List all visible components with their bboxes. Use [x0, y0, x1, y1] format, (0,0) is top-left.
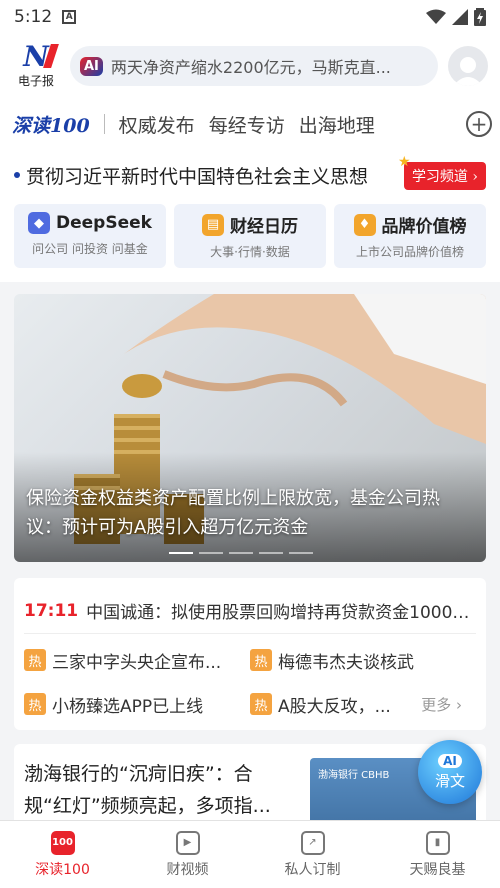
- hot-item[interactable]: 热 梅德韦杰夫谈核武: [250, 640, 476, 680]
- hot-tag-icon: 热: [250, 649, 272, 671]
- tab-overseas[interactable]: 出海地理: [299, 111, 375, 138]
- hot-tag-icon: 热: [250, 693, 272, 715]
- hot-text: 小杨臻选APP已上线: [52, 696, 204, 717]
- ai-search-icon: AI: [80, 56, 103, 76]
- hot-text: A股大反攻，...: [278, 696, 391, 717]
- tab-interview[interactable]: 每经专访: [209, 111, 285, 138]
- tab-deep-read[interactable]: 深读100: [12, 111, 90, 138]
- nav-label: 私人订制: [284, 861, 341, 878]
- diamond-icon: ♦: [353, 213, 376, 236]
- whale-icon: ◆: [28, 212, 51, 234]
- hot-text: 梅德韦杰夫谈核武: [278, 652, 414, 673]
- deepseek-card[interactable]: ◆ DeepSeek 问公司 问投资 问基金: [14, 204, 166, 268]
- quick-cards: ◆ DeepSeek 问公司 问投资 问基金 ▤ 财经日历 大事·行情·数据 ♦…: [0, 200, 500, 282]
- a-letter-icon: A: [62, 10, 77, 24]
- star-icon: ★: [397, 154, 411, 170]
- carousel-dots: [169, 552, 313, 554]
- hot-item[interactable]: 热 三家中字头央企宣布...: [24, 640, 250, 680]
- nav-label: 天赐良基: [409, 861, 466, 878]
- signal-icon: [452, 9, 468, 25]
- flash-news[interactable]: 17:11 中国诚通：拟使用股票回购增持再贷款资金1000亿...: [24, 588, 476, 634]
- play-icon: ▶: [175, 830, 200, 855]
- hot-item[interactable]: 热 小杨臻选APP已上线: [24, 684, 250, 724]
- bar-chart-icon: ▮: [425, 830, 450, 855]
- bottom-nav: 100 深读100 ▶ 财视频 ↗ 私人订制 ▮ 天赐良基: [0, 820, 500, 888]
- search-query: 两天净资产缩水2200亿元，马斯克直...: [110, 58, 391, 77]
- card-sub: 问公司 问投资 问基金: [32, 242, 148, 256]
- carousel-dot[interactable]: [169, 552, 193, 554]
- brand-value-card[interactable]: ♦ 品牌价值榜 上市公司品牌价值榜: [334, 204, 486, 268]
- more-label: 更多: [421, 695, 452, 714]
- nav-video[interactable]: ▶ 财视频: [125, 821, 250, 888]
- channel-tabs: 深读100 权威发布 每经专访 出海地理 +: [0, 98, 500, 150]
- nav-label: 深读100: [35, 861, 90, 878]
- card-sub: 大事·行情·数据: [210, 245, 290, 259]
- card-title: DeepSeek: [56, 213, 152, 233]
- thumb-sign-text: 渤海银行 CBHB: [318, 770, 390, 781]
- ticker-text: 贯彻习近平新时代中国特色社会主义思想: [26, 165, 369, 188]
- user-avatar-icon[interactable]: [448, 46, 488, 86]
- nav-deep-read[interactable]: 100 深读100: [0, 821, 125, 888]
- trend-icon: ↗: [300, 830, 325, 855]
- carousel-dot[interactable]: [259, 552, 283, 554]
- hot-item[interactable]: 热 A股大反攻，... 更多 ›: [250, 684, 476, 724]
- app-logo[interactable]: N 电子报: [12, 39, 60, 89]
- calendar-card[interactable]: ▤ 财经日历 大事·行情·数据: [174, 204, 326, 268]
- nav-custom[interactable]: ↗ 私人订制: [250, 821, 375, 888]
- hot-text: 三家中字头央企宣布...: [52, 652, 222, 673]
- logo-label: 电子报: [17, 73, 54, 88]
- study-channel-label: 学习频道 ›: [411, 169, 478, 185]
- wifi-icon: [426, 9, 446, 24]
- tab-divider: [103, 114, 105, 134]
- bullet-icon: [14, 172, 20, 178]
- ai-assistant-button[interactable]: AI 滑文: [418, 740, 482, 804]
- nav-fund[interactable]: ▮ 天赐良基: [375, 821, 500, 888]
- hot-tag-icon: 热: [24, 693, 46, 715]
- banner-caption: 保险资金权益类资产配置比例上限放宽，基金公司热议：预计可为A股引入超万亿元资金: [26, 488, 440, 538]
- status-time: 5:12: [14, 7, 53, 27]
- featured-banner[interactable]: 保险资金权益类资产配置比例上限放宽，基金公司热议：预计可为A股引入超万亿元资金: [14, 294, 486, 562]
- logo-mark-icon: N: [23, 39, 49, 73]
- study-ticker[interactable]: 贯彻习近平新时代中国特色社会主义思想 ★ 学习频道 ›: [0, 150, 500, 200]
- battery-icon: [474, 8, 486, 26]
- card-title: 财经日历: [230, 217, 298, 237]
- study-channel-button[interactable]: ★ 学习频道 ›: [398, 154, 486, 190]
- card-title: 品牌价值榜: [381, 217, 467, 237]
- ai-button-label: 滑文: [434, 771, 465, 790]
- tab-authority[interactable]: 权威发布: [119, 111, 195, 138]
- status-bar: 5:12 A: [0, 0, 500, 34]
- calendar-icon: ▤: [202, 213, 224, 236]
- more-link[interactable]: 更多 ›: [421, 694, 462, 715]
- carousel-dot[interactable]: [289, 552, 313, 554]
- plus-circle-icon[interactable]: +: [466, 111, 492, 137]
- flash-time: 17:11: [24, 600, 79, 621]
- carousel-dot[interactable]: [229, 552, 253, 554]
- ai-badge: AI: [438, 753, 462, 768]
- nav-label: 财视频: [166, 861, 209, 878]
- carousel-dot[interactable]: [199, 552, 223, 554]
- deep-read-icon: 100: [50, 830, 75, 855]
- chevron-right-icon: ›: [456, 695, 462, 714]
- flash-text: 中国诚通：拟使用股票回购增持再贷款资金1000亿...: [86, 603, 476, 623]
- search-bar[interactable]: AI 两天净资产缩水2200亿元，马斯克直...: [70, 46, 438, 86]
- card-sub: 上市公司品牌价值榜: [355, 245, 464, 259]
- hot-tag-icon: 热: [24, 649, 46, 671]
- app-header: N 电子报 AI 两天净资产缩水2200亿元，马斯克直...: [0, 34, 500, 98]
- news-feed: 17:11 中国诚通：拟使用股票回购增持再贷款资金1000亿... 热 三家中字…: [14, 578, 486, 730]
